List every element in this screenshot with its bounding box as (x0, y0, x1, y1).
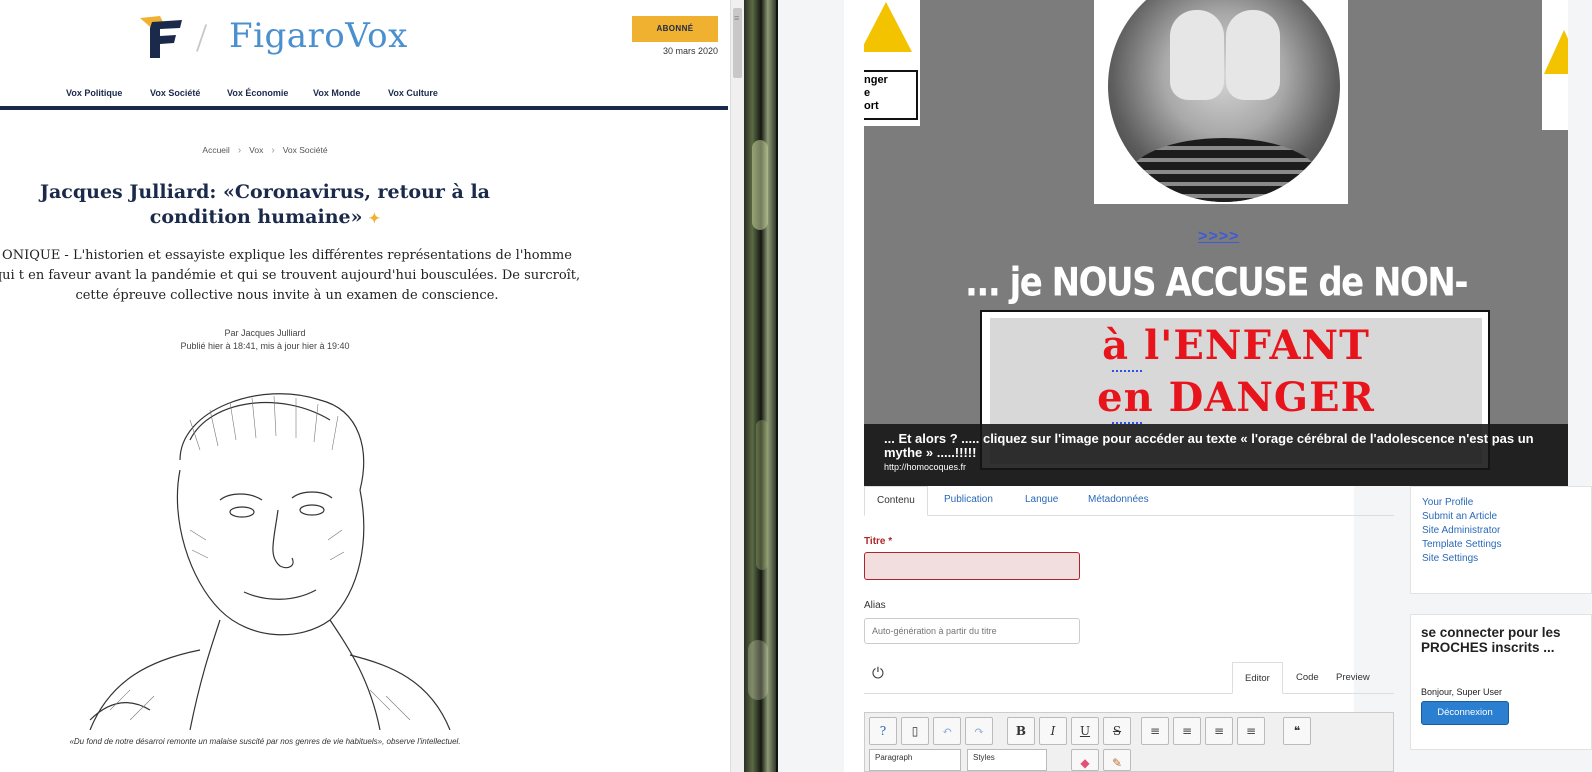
figaro-logo-icon[interactable] (138, 14, 188, 60)
link-site-administrator[interactable]: Site Administrator (1422, 525, 1500, 536)
alias-label: Alias (864, 600, 886, 611)
hand-shape (1226, 10, 1280, 100)
headline-text: Jacques Julliard: «Coronavirus, retour à… (40, 181, 490, 228)
login-module: se connecter pour les PROCHES inscrits .… (1410, 614, 1592, 750)
editor-toolbar: ? ▯ ↶ ↷ B I U S ≡ ≡ ≡ ≡ ❝ Paragraph Styl… (864, 712, 1394, 772)
link-site-settings[interactable]: Site Settings (1422, 553, 1478, 564)
danger-line-2: en DANGER (1097, 374, 1375, 421)
tab-preview[interactable]: Preview (1324, 662, 1382, 694)
danger-line-1: à l'ENFANT (1102, 322, 1370, 369)
hero-arrow-link[interactable]: >>>> (1198, 228, 1239, 246)
title-label: Titre * (864, 536, 893, 547)
tab-contenu[interactable]: Contenu (864, 486, 928, 516)
current-date: 30 mars 2020 (662, 46, 718, 56)
tab-metadonnees[interactable]: Métadonnées (1076, 486, 1161, 516)
screen: / FigaroVox ABONNÉ 30 mars 2020 Vox Poli… (0, 0, 1592, 772)
breadcrumb-home[interactable]: Accueil (202, 145, 229, 155)
tab-langue[interactable]: Langue (1013, 486, 1070, 516)
left-scrollbar[interactable]: ≡ (730, 0, 744, 772)
breadcrumb-vox[interactable]: Vox (249, 145, 263, 155)
paragraph-format-select[interactable]: Paragraph (869, 749, 961, 771)
link-your-profile[interactable]: Your Profile (1422, 497, 1473, 508)
redo-icon[interactable]: ↷ (965, 717, 993, 745)
article-headline: Jacques Julliard: «Coronavirus, retour à… (10, 180, 520, 232)
warning-triangle-icon (864, 2, 912, 52)
blur-spot (752, 140, 768, 230)
power-toggle-icon[interactable]: ⏻ (872, 666, 888, 682)
user-menu: Your Profile Submit an Article Site Admi… (1410, 486, 1592, 594)
warning-sign-text: nger e ort (864, 70, 918, 120)
user-greeting: Bonjour, Super User (1421, 687, 1503, 697)
subscribed-button[interactable]: ABONNÉ (632, 16, 718, 42)
spellcheck-underline (1112, 368, 1142, 372)
article-byline: Par Jacques Julliard Publié hier à 18:41… (0, 327, 530, 353)
tab-editor[interactable]: Editor (1232, 662, 1283, 694)
blur-spot (748, 640, 768, 700)
warning-sign-right (1542, 0, 1568, 130)
breadcrumb: Accueil › Vox › Vox Société (0, 145, 530, 156)
blur-spot (756, 420, 768, 570)
child-photo-frame (1094, 0, 1348, 204)
align-left-icon[interactable]: ≡ (1205, 717, 1233, 745)
figaro-page: / FigaroVox ABONNÉ 30 mars 2020 Vox Poli… (0, 0, 732, 772)
editor-mode-tabs: Editor Code Preview (864, 662, 1394, 694)
figarovox-logo-text[interactable]: FigaroVox (229, 16, 408, 56)
chevron-right-icon: › (237, 145, 242, 156)
bold-button[interactable]: B (1007, 717, 1035, 745)
help-icon[interactable]: ? (869, 717, 897, 745)
link-submit-article[interactable]: Submit an Article (1422, 511, 1497, 522)
nav-vox-culture[interactable]: Vox Culture (388, 88, 438, 98)
portrait-caption: «Du fond de notre désarroi remonte un ma… (69, 737, 461, 746)
hand-shape (1170, 10, 1224, 100)
nav-vox-economie[interactable]: Vox Économie (227, 88, 288, 98)
eraser-icon[interactable]: ◆ (1071, 749, 1099, 771)
section-nav: Vox Politique Vox Société Vox Économie V… (0, 86, 732, 108)
figaro-premium-icon: ✦ (368, 211, 381, 227)
nav-vox-societe[interactable]: Vox Société (150, 88, 200, 98)
nav-divider (0, 106, 728, 110)
warning-sign-left: nger e ort (864, 0, 920, 126)
blockquote-icon[interactable]: ❝ (1283, 717, 1311, 745)
brush-icon[interactable]: ✎ (1103, 749, 1131, 771)
underline-button[interactable]: U (1071, 717, 1099, 745)
author-portrait-illustration (89, 393, 451, 730)
article-edit-tabs: Contenu Publication Langue Métadonnées (864, 486, 1394, 516)
warning-triangle-icon (1544, 30, 1568, 74)
new-document-icon[interactable]: ▯ (901, 717, 929, 745)
hero-image[interactable]: nger e ort >>>> ... je NOUS ACCUSE de NO… (864, 0, 1568, 486)
breadcrumb-vox-societe[interactable]: Vox Société (283, 145, 328, 155)
grip-icon: ≡ (734, 13, 740, 23)
nav-vox-monde[interactable]: Vox Monde (313, 88, 360, 98)
right-edge (1568, 0, 1592, 486)
align-right-icon[interactable]: ≡ (1237, 717, 1265, 745)
link-template-settings[interactable]: Template Settings (1422, 539, 1502, 550)
striped-shirt (1128, 138, 1320, 202)
undo-icon[interactable]: ↶ (933, 717, 961, 745)
logo-separator: / (196, 15, 208, 60)
hero-caption-text[interactable]: ... Et alors ? ..... cliquez sur l'image… (884, 432, 1544, 460)
background-window-strip (744, 0, 778, 772)
tab-publication[interactable]: Publication (932, 486, 1005, 516)
logout-button[interactable]: Déconnexion (1421, 701, 1509, 725)
hero-caption-url[interactable]: http://homocoques.fr (884, 462, 966, 472)
italic-button[interactable]: I (1039, 717, 1067, 745)
styles-select[interactable]: Styles (967, 749, 1047, 771)
article-lead: ONIQUE - L'historien et essayiste expliq… (0, 248, 581, 303)
chevron-right-icon: › (271, 145, 275, 156)
align-center-icon[interactable]: ≡ (1173, 717, 1201, 745)
nav-vox-politique[interactable]: Vox Politique (66, 88, 122, 98)
publish-time: Publié hier à 18:41, mis à jour hier à 1… (180, 341, 350, 351)
hero-caption-bar: ... Et alors ? ..... cliquez sur l'image… (864, 424, 1568, 486)
author-name[interactable]: Par Jacques Julliard (0, 327, 530, 340)
title-input[interactable] (864, 552, 1080, 580)
child-covering-face-photo (1108, 0, 1340, 202)
align-justify-icon[interactable]: ≡ (1141, 717, 1169, 745)
alias-input[interactable] (864, 618, 1080, 644)
strikethrough-button[interactable]: S (1103, 717, 1131, 745)
login-heading: se connecter pour les PROCHES inscrits .… (1421, 625, 1561, 655)
